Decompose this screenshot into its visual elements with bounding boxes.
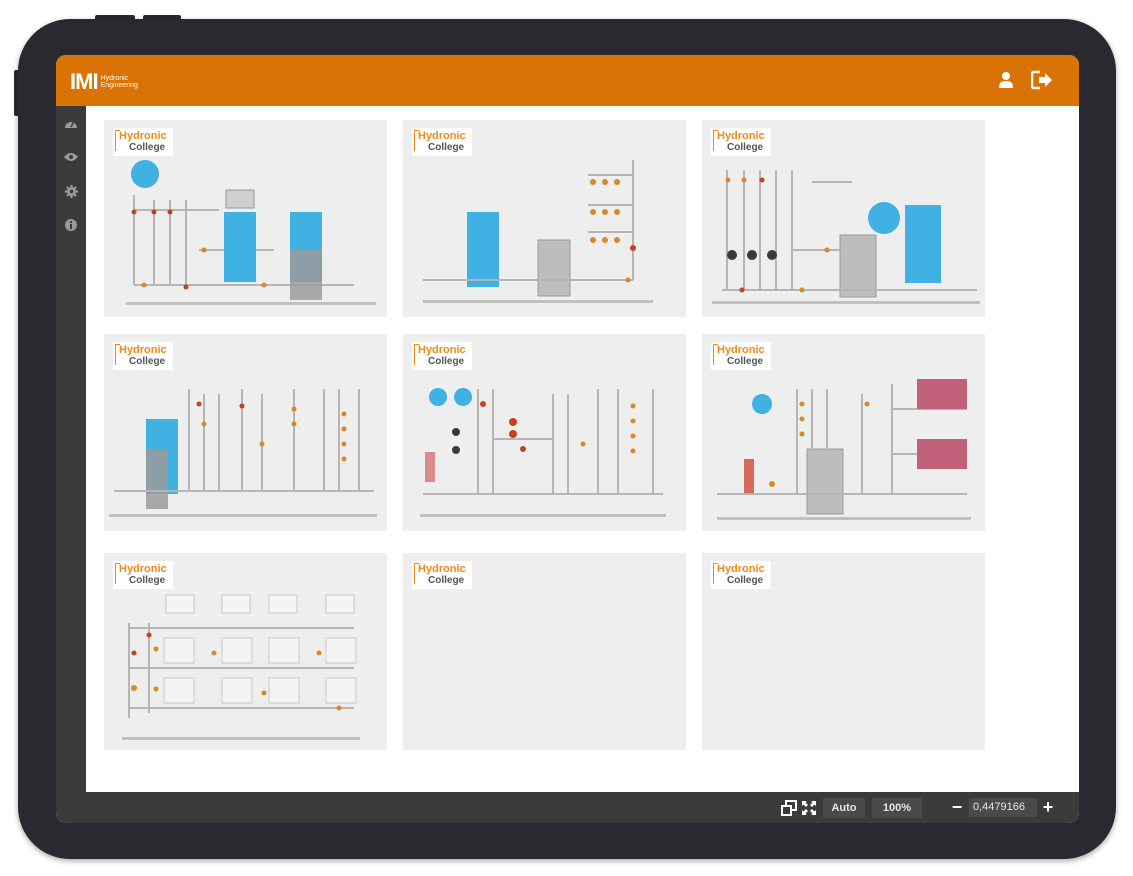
brand-label-bottom: College	[727, 575, 764, 586]
brand-label-top: Hydronic	[119, 563, 167, 575]
brand-label-top: Hydronic	[418, 344, 466, 356]
user-icon[interactable]	[995, 69, 1017, 91]
logo-subtitle-line2: Engineering	[100, 82, 138, 89]
header-actions	[995, 69, 1053, 91]
zoom-level-input[interactable]	[969, 798, 1037, 817]
dashboard-icon[interactable]	[56, 106, 86, 140]
fullscreen-icon[interactable]	[801, 800, 817, 816]
brand-label-top: Hydronic	[119, 130, 167, 142]
hydronic-college-logo: Hydronic College	[412, 128, 472, 156]
zoom-in-button[interactable]: +	[1039, 796, 1057, 818]
scheme-tile[interactable]: Hydronic College	[104, 553, 387, 750]
brand-label-bottom: College	[428, 575, 465, 586]
logo-subtitle: Hydronic Engineering	[101, 75, 138, 89]
auto-zoom-button[interactable]: Auto	[823, 798, 865, 818]
brand-label-bottom: College	[727, 142, 764, 153]
scheme-tile[interactable]: Hydronic College	[104, 120, 387, 317]
brand-logo: IMI Hydronic Engineering	[70, 70, 138, 94]
logo-mark: IMI	[70, 69, 99, 94]
hydronic-college-logo: Hydronic College	[412, 342, 472, 370]
brand-label-bottom: College	[129, 575, 166, 586]
logo-subtitle-line1: Hydronic	[100, 75, 129, 82]
scheme-tile[interactable]: Hydronic College	[403, 334, 686, 531]
header-bar: IMI Hydronic Engineering	[56, 55, 1079, 106]
scheme-tile[interactable]: Hydronic College	[403, 553, 686, 750]
scheme-tile[interactable]: Hydronic College	[104, 334, 387, 531]
scheme-gallery: Hydronic College Hydronic College Hydron…	[86, 106, 1079, 792]
sidebar	[56, 106, 86, 823]
brand-label-bottom: College	[129, 356, 166, 367]
brand-label-bottom: College	[428, 356, 465, 367]
app-screen: IMI Hydronic Engineering Hydronic Colleg…	[56, 55, 1079, 823]
window-restore-icon[interactable]	[781, 800, 797, 816]
hydronic-college-logo: Hydronic College	[711, 128, 771, 156]
info-icon[interactable]	[56, 208, 86, 242]
scheme-tile[interactable]: Hydronic College	[702, 334, 985, 531]
scheme-tile[interactable]: Hydronic College	[702, 553, 985, 750]
hydronic-college-logo: Hydronic College	[412, 561, 472, 589]
hydronic-college-logo: Hydronic College	[113, 342, 173, 370]
brand-label-bottom: College	[428, 142, 465, 153]
brand-label-top: Hydronic	[717, 344, 765, 356]
zoom-100-button[interactable]: 100%	[872, 798, 922, 818]
hydronic-college-logo: Hydronic College	[711, 561, 771, 589]
brand-label-top: Hydronic	[418, 130, 466, 142]
gear-icon[interactable]	[56, 174, 86, 208]
brand-label-top: Hydronic	[418, 563, 466, 575]
scheme-tile[interactable]: Hydronic College	[702, 120, 985, 317]
brand-label-top: Hydronic	[717, 130, 765, 142]
brand-label-top: Hydronic	[717, 563, 765, 575]
scheme-tile[interactable]: Hydronic College	[403, 120, 686, 317]
brand-label-top: Hydronic	[119, 344, 167, 356]
logout-icon[interactable]	[1031, 69, 1053, 91]
brand-label-bottom: College	[129, 142, 166, 153]
hydronic-college-logo: Hydronic College	[113, 128, 173, 156]
eye-icon[interactable]	[56, 140, 86, 174]
hydronic-college-logo: Hydronic College	[711, 342, 771, 370]
zoom-toolbar: Auto 100% − +	[86, 792, 1079, 823]
zoom-out-button[interactable]: −	[948, 796, 966, 818]
brand-label-bottom: College	[727, 356, 764, 367]
hydronic-college-logo: Hydronic College	[113, 561, 173, 589]
